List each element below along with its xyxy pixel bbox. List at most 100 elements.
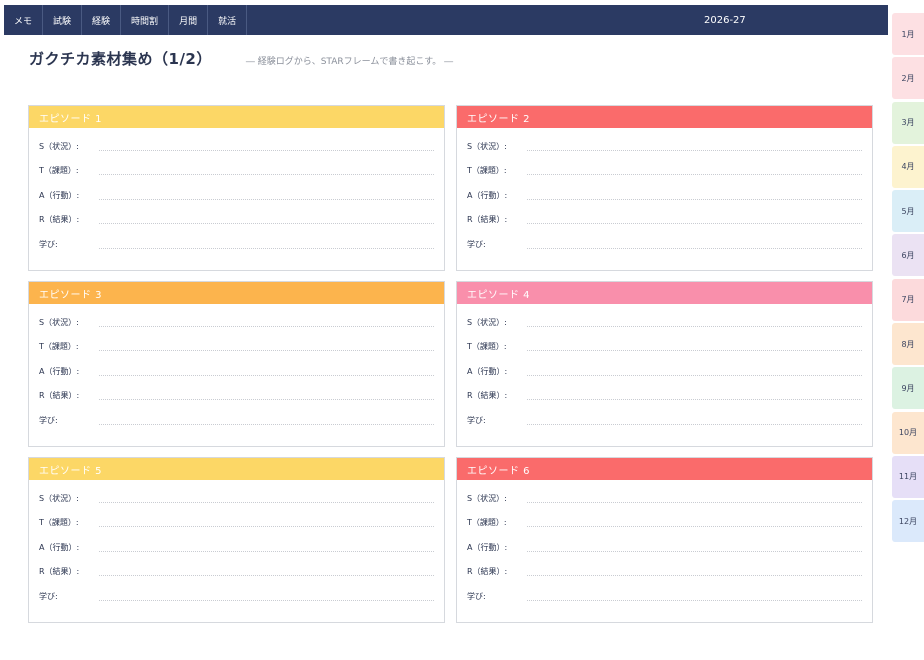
write-line[interactable] — [527, 350, 862, 352]
field-task: T（課題）: — [467, 335, 862, 360]
month-tab-8[interactable]: 8月 — [892, 323, 924, 366]
field-situation: S（状況）: — [39, 486, 434, 511]
field-learning: 学び: — [467, 232, 862, 257]
field-label: S（状況）: — [467, 493, 507, 503]
year-label: 2026-27 — [704, 14, 746, 26]
write-line[interactable] — [527, 223, 862, 225]
write-line[interactable] — [99, 223, 434, 225]
nav-tab-exam[interactable]: 試験 — [43, 5, 83, 35]
field-result: R（結果）: — [39, 560, 434, 585]
write-line[interactable] — [527, 325, 862, 327]
field-action: A（行動）: — [39, 535, 434, 560]
field-label: 学び: — [39, 239, 58, 249]
episode-card: エピソード 2 S（状況）: T（課題）: A（行動）: R（結果）: 学び: — [456, 105, 873, 271]
episode-title: エピソード 1 — [29, 106, 444, 128]
field-label: T（課題）: — [39, 518, 79, 528]
field-action: A（行動）: — [467, 183, 862, 208]
episode-title: エピソード 5 — [29, 458, 444, 480]
write-line[interactable] — [527, 526, 862, 528]
write-line[interactable] — [527, 575, 862, 577]
month-tab-5[interactable]: 5月 — [892, 190, 924, 233]
write-line[interactable] — [527, 149, 862, 151]
field-task: T（課題）: — [39, 511, 434, 536]
field-label: R（結果）: — [39, 567, 80, 577]
field-label: T（課題）: — [39, 342, 79, 352]
field-task: T（課題）: — [39, 335, 434, 360]
write-line[interactable] — [99, 399, 434, 401]
month-tab-9[interactable]: 9月 — [892, 367, 924, 410]
field-situation: S（状況）: — [39, 134, 434, 159]
write-line[interactable] — [527, 599, 862, 601]
month-tab-12[interactable]: 12月 — [892, 500, 924, 543]
field-label: T（課題）: — [467, 518, 507, 528]
write-line[interactable] — [99, 350, 434, 352]
write-line[interactable] — [99, 174, 434, 176]
nav-tab-timetable[interactable]: 時間割 — [121, 5, 170, 35]
write-line[interactable] — [99, 550, 434, 552]
month-tab-1[interactable]: 1月 — [892, 13, 924, 55]
month-tab-strip: 1月 2月 3月 4月 5月 6月 7月 8月 9月 10月 11月 12月 — [892, 13, 924, 545]
write-line[interactable] — [527, 247, 862, 249]
episode-card: エピソード 4 S（状況）: T（課題）: A（行動）: R（結果）: 学び: — [456, 281, 873, 447]
episode-title: エピソード 4 — [457, 282, 872, 304]
episode-card: エピソード 6 S（状況）: T（課題）: A（行動）: R（結果）: 学び: — [456, 457, 873, 623]
month-tab-4[interactable]: 4月 — [892, 145, 924, 188]
field-result: R（結果）: — [39, 208, 434, 233]
write-line[interactable] — [99, 526, 434, 528]
write-line[interactable] — [527, 501, 862, 503]
write-line[interactable] — [99, 325, 434, 327]
month-tab-7[interactable]: 7月 — [892, 278, 924, 321]
nav-tab-monthly[interactable]: 月間 — [169, 5, 209, 35]
field-label: S（状況）: — [39, 493, 79, 503]
nav-tab-job-hunting[interactable]: 就活 — [208, 5, 248, 35]
field-label: R（結果）: — [467, 567, 508, 577]
title-row: ガクチカ素材集め（1/2） ― 経験ログから、STARフレームで書き起こす。 ― — [29, 48, 453, 69]
month-tab-6[interactable]: 6月 — [892, 234, 924, 277]
nav-tab-memo[interactable]: メモ — [4, 5, 44, 35]
field-label: S（状況）: — [39, 317, 79, 327]
field-action: A（行動）: — [39, 183, 434, 208]
field-label: R（結果）: — [467, 391, 508, 401]
field-situation: S（状況）: — [467, 310, 862, 335]
field-label: A（行動）: — [39, 366, 80, 376]
field-result: R（結果）: — [467, 208, 862, 233]
write-line[interactable] — [527, 423, 862, 425]
field-action: A（行動）: — [467, 359, 862, 384]
episode-body: S（状況）: T（課題）: A（行動）: R（結果）: 学び: — [457, 480, 872, 609]
page-title: ガクチカ素材集め（1/2） — [29, 50, 212, 68]
field-label: A（行動）: — [467, 542, 508, 552]
field-result: R（結果）: — [39, 384, 434, 409]
field-learning: 学び: — [467, 584, 862, 609]
episode-title: エピソード 2 — [457, 106, 872, 128]
write-line[interactable] — [99, 374, 434, 376]
write-line[interactable] — [99, 599, 434, 601]
field-label: R（結果）: — [39, 215, 80, 225]
month-tab-11[interactable]: 11月 — [892, 455, 924, 498]
episode-title: エピソード 3 — [29, 282, 444, 304]
field-learning: 学び: — [467, 408, 862, 433]
month-tab-3[interactable]: 3月 — [892, 101, 924, 144]
write-line[interactable] — [99, 423, 434, 425]
field-situation: S（状況）: — [467, 134, 862, 159]
episode-body: S（状況）: T（課題）: A（行動）: R（結果）: 学び: — [29, 480, 444, 609]
write-line[interactable] — [99, 198, 434, 200]
episode-title: エピソード 6 — [457, 458, 872, 480]
month-tab-2[interactable]: 2月 — [892, 57, 924, 100]
month-tab-10[interactable]: 10月 — [892, 411, 924, 454]
write-line[interactable] — [99, 501, 434, 503]
field-label: A（行動）: — [39, 542, 80, 552]
episode-body: S（状況）: T（課題）: A（行動）: R（結果）: 学び: — [29, 128, 444, 257]
field-result: R（結果）: — [467, 560, 862, 585]
nav-tab-experience[interactable]: 経験 — [82, 5, 122, 35]
write-line[interactable] — [527, 550, 862, 552]
write-line[interactable] — [527, 399, 862, 401]
write-line[interactable] — [527, 374, 862, 376]
field-learning: 学び: — [39, 408, 434, 433]
write-line[interactable] — [99, 247, 434, 249]
write-line[interactable] — [527, 198, 862, 200]
field-action: A（行動）: — [39, 359, 434, 384]
write-line[interactable] — [99, 149, 434, 151]
write-line[interactable] — [99, 575, 434, 577]
write-line[interactable] — [527, 174, 862, 176]
field-label: 学び: — [39, 591, 58, 601]
